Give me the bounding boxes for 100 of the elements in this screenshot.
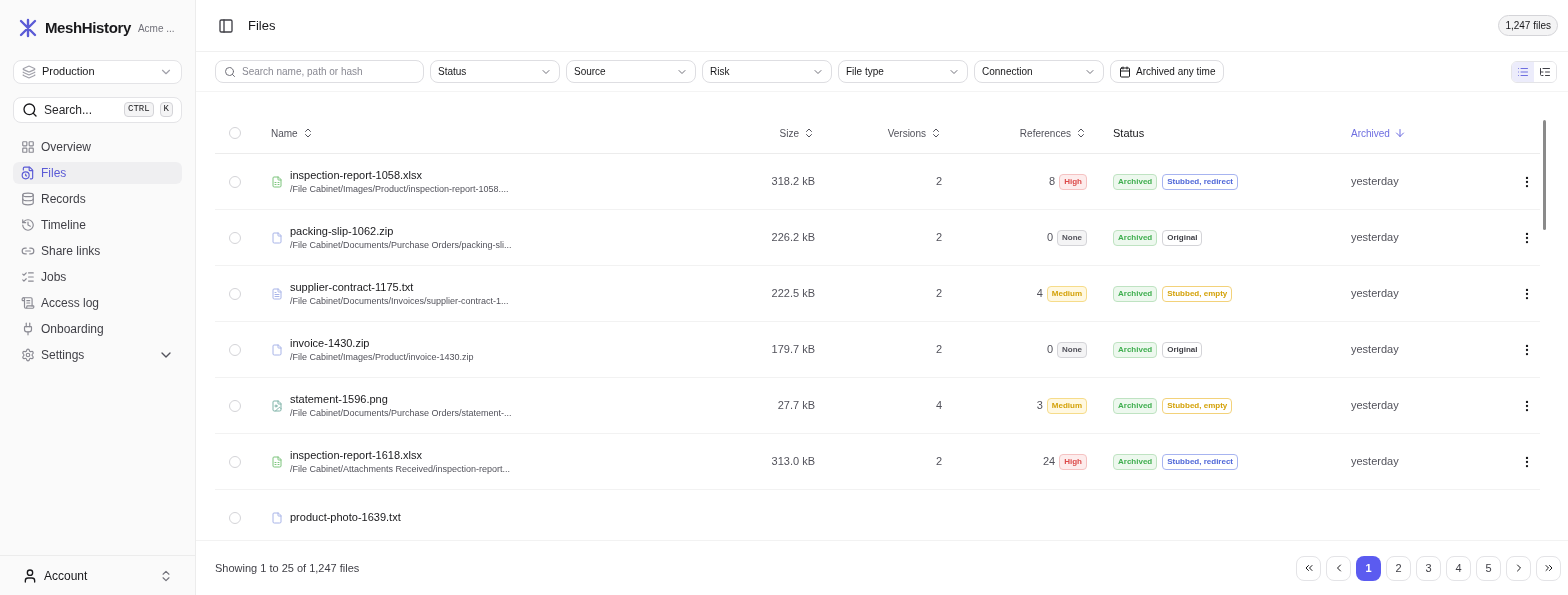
sidebar-toggle-icon[interactable] [218,17,234,34]
row-checkbox[interactable] [229,455,241,468]
row-checkbox[interactable] [229,343,241,356]
sort-icon [1075,127,1087,139]
file-name[interactable]: statement-1596.png [290,390,512,407]
file-name[interactable]: invoice-1430.zip [290,334,474,351]
file-path: /File Cabinet/Documents/Purchase Orders/packing-sli... [290,239,512,252]
column-header[interactable]: Versions [887,125,942,141]
nav-item[interactable]: Files [13,161,182,184]
row-checkbox[interactable] [229,287,241,300]
file-size: 179.7 kB [770,342,815,358]
column-header[interactable]: Name [271,125,314,141]
archived-date: yesterday [1350,398,1400,414]
environment-select[interactable]: Production [13,59,182,84]
file-size: 318.2 kB [770,174,815,190]
filter-dropdown[interactable]: File type [838,60,968,83]
version-count: 2 [934,286,942,302]
risk-badge: None [1057,229,1087,246]
file-name[interactable]: inspection-report-1618.xlsx [290,446,511,463]
column-header[interactable]: References [1019,125,1087,141]
filter-dropdown[interactable]: Risk [702,60,832,83]
filter-dropdown[interactable]: Source [566,60,696,83]
logo-icon [18,18,38,39]
file-size: 226.2 kB [770,230,815,246]
page-button[interactable]: 2 [1386,555,1411,581]
row-checkbox[interactable] [229,399,241,412]
nav-item[interactable]: Share links [13,239,182,262]
nav-item[interactable]: Onboarding [13,317,182,340]
row-checkbox[interactable] [229,511,241,524]
file-name[interactable]: product-photo-1639.txt [290,509,401,526]
calendar-icon [1119,65,1131,78]
organization-name: Acme ... [137,21,175,36]
page-button[interactable]: 1 [1356,555,1381,581]
results-summary: Showing 1 to 25 of 1,247 files [215,560,360,576]
select-all-checkbox[interactable] [229,127,241,139]
stub-badge: Original [1162,229,1203,246]
nav-item[interactable]: Records [13,187,182,210]
archived-date: yesterday [1350,230,1400,246]
file-path: /File Cabinet/Documents/Invoices/supplier-contract-1... [290,295,509,308]
nav-item[interactable]: Overview [13,135,182,158]
file-name[interactable]: supplier-contract-1175.txt [290,278,509,295]
account-button[interactable]: Account [0,555,195,595]
page-button[interactable]: 3 [1416,555,1441,581]
file-path: /File Cabinet/Images/Product/inspection-report-1058.... [290,183,509,196]
row-checkbox[interactable] [229,231,241,244]
history-icon [21,217,35,232]
stub-badge: Stubbed, redirect [1162,173,1239,190]
page-button[interactable]: 4 [1446,555,1471,581]
tree-icon [1539,65,1551,78]
stub-badge: Stubbed, redirect [1162,453,1239,470]
filter-dropdown[interactable]: Connection [974,60,1104,83]
checklist-icon [21,269,35,284]
database-icon [21,191,35,206]
file-name[interactable]: packing-slip-1062.zip [290,222,512,239]
stub-badge: Original [1162,341,1203,358]
sort-descending-icon [1393,127,1406,139]
column-header[interactable]: Status [1113,124,1145,142]
double-chevron-right-icon [1542,562,1555,574]
file-size: 313.0 kB [770,454,815,470]
first-page-button[interactable] [1296,555,1321,581]
nav-item[interactable]: Jobs [13,265,182,288]
page-button[interactable]: 5 [1476,555,1501,581]
status-badge: Archived [1113,285,1158,302]
status-badge: Archived [1113,453,1158,470]
file-clock-icon [21,165,35,180]
table-search-box[interactable]: Search name, path or hash [215,60,424,83]
reference-count: 24 [1042,454,1056,470]
search-field[interactable]: Search... [44,100,118,119]
column-header[interactable]: Archived [1351,125,1406,141]
shortcut-key: K [159,101,173,118]
row-checkbox[interactable] [229,175,241,188]
archived-date: yesterday [1350,342,1400,358]
plug-icon [21,321,35,336]
user-icon [22,567,38,584]
layers-icon [22,64,36,79]
scrollbar[interactable] [1543,120,1546,230]
sort-icon [803,127,815,139]
file-path: /File Cabinet/Images/Product/invoice-1430.zip [290,351,474,364]
settings-icon [21,347,35,362]
file-count-badge: 1,247 files [1498,15,1558,36]
filter-dropdown[interactable]: Status [430,60,560,83]
stub-badge: Stubbed, empty [1162,397,1233,414]
risk-badge: None [1057,341,1087,358]
file-path: /File Cabinet/Attachments Received/inspection-report... [290,463,511,476]
archived-date: yesterday [1350,286,1400,302]
last-page-button[interactable] [1536,555,1561,581]
nav-item[interactable]: Access log [13,291,182,314]
version-count: 2 [934,342,942,358]
table-search-field[interactable]: Search name, path or hash [242,64,415,79]
search-box[interactable]: Search... CTRL K [13,96,182,123]
risk-badge: High [1059,173,1087,190]
date-filter-button[interactable]: Archived any time [1110,60,1225,83]
search-icon [22,101,38,118]
risk-badge: High [1059,453,1087,470]
nav-item[interactable]: Settings [13,343,182,366]
file-name[interactable]: inspection-report-1058.xlsx [290,166,509,183]
column-header[interactable]: Size [779,125,815,141]
reference-count: 4 [1036,286,1043,302]
nav-item[interactable]: Timeline [13,213,182,236]
list-view-button[interactable] [1512,61,1534,82]
